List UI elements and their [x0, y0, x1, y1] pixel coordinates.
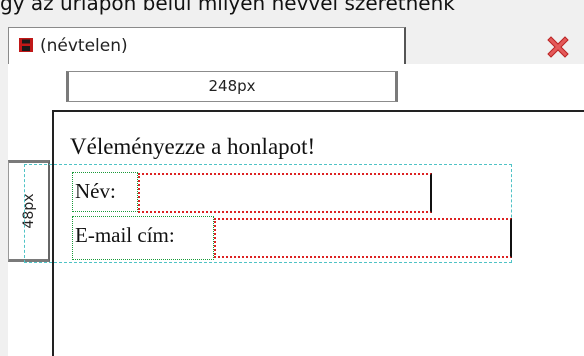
tab-bar: (névtelen) [0, 15, 584, 79]
name-input-box[interactable] [138, 173, 432, 213]
name-label: Név: [72, 172, 138, 212]
red-x-close-icon[interactable] [544, 33, 572, 61]
save-disk-icon [19, 38, 33, 52]
email-label: E-mail cím: [72, 216, 214, 260]
email-input[interactable] [216, 220, 510, 256]
tab-title: (névtelen) [40, 36, 128, 56]
form-heading: Véleményezze a honlapot! [70, 134, 316, 159]
instruction-text: gy az ürlapon belül milyen névvel szeret… [0, 0, 455, 15]
tab-close-area [406, 27, 584, 67]
width-ruler[interactable]: 248px [66, 71, 398, 102]
width-ruler-label: 248px [208, 77, 256, 95]
name-input[interactable] [140, 175, 430, 211]
email-input-box[interactable] [214, 218, 512, 258]
design-canvas: 248px 48px Véleményezze a honlapot! Név:… [8, 64, 584, 356]
